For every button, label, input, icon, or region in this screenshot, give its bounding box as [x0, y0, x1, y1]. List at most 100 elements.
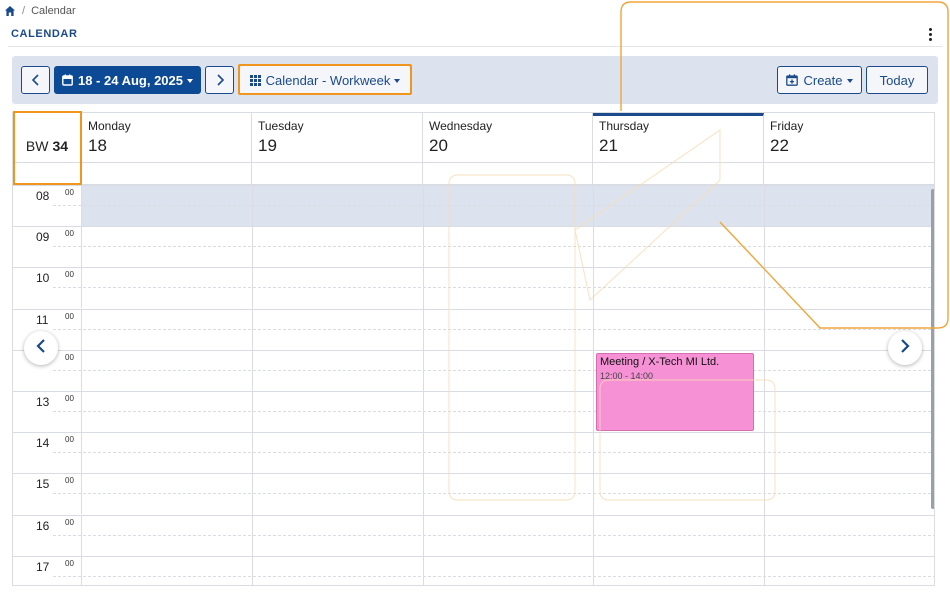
day-number: 22 [770, 136, 789, 155]
all-day-cell[interactable] [593, 163, 764, 185]
all-day-cell[interactable] [82, 163, 252, 185]
hour-label: 09 [36, 230, 50, 245]
caret-down-icon [394, 78, 401, 83]
day-header-wednesday[interactable]: Wednesday 20 [423, 113, 593, 163]
calendar-icon [62, 74, 73, 86]
day-header-thursday[interactable]: Thursday 21 [593, 113, 764, 163]
divider [8, 46, 942, 47]
grid-icon [249, 74, 261, 86]
minute-label: 00 [65, 311, 74, 321]
minute-label: 00 [65, 558, 74, 568]
vertical-scrollbar[interactable] [931, 189, 934, 509]
hour-row: 15 00 [13, 473, 934, 515]
week-number-value: 34 [52, 138, 69, 154]
view-select-dropdown[interactable]: Calendar - Workweek [240, 66, 410, 94]
hour-row: 00 [13, 349, 934, 391]
hour-line [13, 349, 934, 351]
minute-label: 00 [65, 188, 74, 197]
day-header-monday[interactable]: Monday 18 [82, 113, 252, 163]
breadcrumb: / Calendar [4, 3, 76, 19]
hour-row: 17 00 [13, 555, 934, 585]
minute-label: 00 [65, 476, 74, 486]
event-time: 12:00 - 14:00 [600, 371, 654, 381]
scroll-left-button[interactable] [24, 331, 58, 365]
all-day-cell[interactable] [252, 163, 423, 185]
day-header-friday[interactable]: Friday 22 [764, 113, 934, 163]
hour-label: 16 [36, 518, 50, 533]
previous-week-button[interactable] [21, 66, 50, 94]
create-label: Create [803, 72, 843, 88]
day-name: Thursday [599, 119, 650, 133]
time-label-cell: 15 00 [13, 473, 82, 515]
column-divider [593, 185, 594, 585]
minute-label: 00 [65, 270, 74, 280]
time-label-cell: 10 00 [13, 267, 82, 309]
column-divider [252, 185, 253, 585]
caret-down-icon [187, 78, 193, 83]
date-range-dropdown[interactable]: 18 - 24 Aug, 2025 [54, 66, 201, 94]
all-day-row [13, 163, 934, 185]
home-icon[interactable] [4, 5, 16, 17]
create-dropdown-button[interactable]: Create [777, 66, 862, 94]
today-button[interactable]: Today [866, 66, 928, 94]
next-week-button[interactable] [205, 66, 234, 94]
day-number: 19 [258, 136, 277, 155]
day-name: Wednesday [429, 119, 493, 133]
half-hour-line [53, 205, 934, 206]
half-hour-line [53, 369, 934, 371]
time-label-cell: 08 00 [13, 185, 82, 226]
hour-label: 17 [36, 559, 50, 574]
hour-line [13, 555, 934, 557]
half-hour-line [53, 287, 934, 289]
scroll-right-button[interactable] [888, 331, 922, 365]
chevron-right-icon [899, 338, 911, 359]
hour-label: 11 [36, 312, 49, 327]
time-label-cell: 16 00 [13, 514, 82, 556]
chevron-left-icon [31, 74, 41, 86]
hour-row: 11 00 [13, 308, 934, 350]
time-grid[interactable]: 08 00 09 00 10 00 11 00 00 13 00 14 00 15 00 16 00 17 00 [13, 185, 934, 585]
column-divider [423, 185, 424, 585]
hour-line [13, 514, 934, 516]
hour-label: 08 [36, 189, 50, 203]
minute-label: 00 [65, 229, 74, 239]
half-hour-line [53, 452, 934, 454]
minute-label: 00 [65, 352, 74, 362]
calendar-plus-icon [786, 74, 799, 86]
hour-label: 15 [36, 477, 50, 492]
hour-line [13, 432, 934, 434]
hour-line [13, 185, 934, 186]
hour-row: 14 00 [13, 432, 934, 474]
hour-row: 08 00 [13, 185, 934, 226]
calendar-event[interactable]: Meeting / X-Tech MI Ltd. 12:00 - 14:00 [596, 353, 754, 431]
day-name: Friday [770, 119, 804, 133]
week-prefix: BW [25, 138, 49, 154]
date-range-label: 18 - 24 Aug, 2025 [77, 72, 183, 88]
all-day-label-cell [13, 163, 82, 185]
caret-down-icon [846, 78, 853, 83]
week-number: BW 34 [13, 113, 82, 163]
calendar-toolbar: 18 - 24 Aug, 2025 Calendar - Workweek Cr… [12, 56, 938, 104]
hour-line [13, 391, 934, 392]
hour-label: 13 [36, 395, 50, 409]
all-day-cell[interactable] [423, 163, 593, 185]
time-label-cell: 13 00 [13, 391, 82, 432]
minute-label: 00 [65, 394, 74, 403]
column-divider [764, 185, 765, 585]
half-hour-line [53, 575, 934, 577]
view-label: Calendar - Workweek [265, 72, 391, 88]
hour-line [13, 473, 934, 475]
event-title: Meeting / X-Tech MI Ltd. [600, 356, 720, 368]
half-hour-line [53, 411, 934, 412]
day-name: Monday [88, 119, 131, 133]
more-vertical-icon[interactable] [926, 25, 934, 43]
minute-label: 00 [65, 435, 74, 445]
hour-row: 16 00 [13, 514, 934, 556]
half-hour-line [53, 246, 934, 248]
minute-label: 00 [65, 517, 74, 527]
half-hour-line [53, 534, 934, 536]
day-header-tuesday[interactable]: Tuesday 19 [252, 113, 423, 163]
time-label-cell: 09 00 [13, 226, 82, 268]
all-day-cell[interactable] [764, 163, 934, 185]
breadcrumb-separator: / [22, 5, 26, 17]
